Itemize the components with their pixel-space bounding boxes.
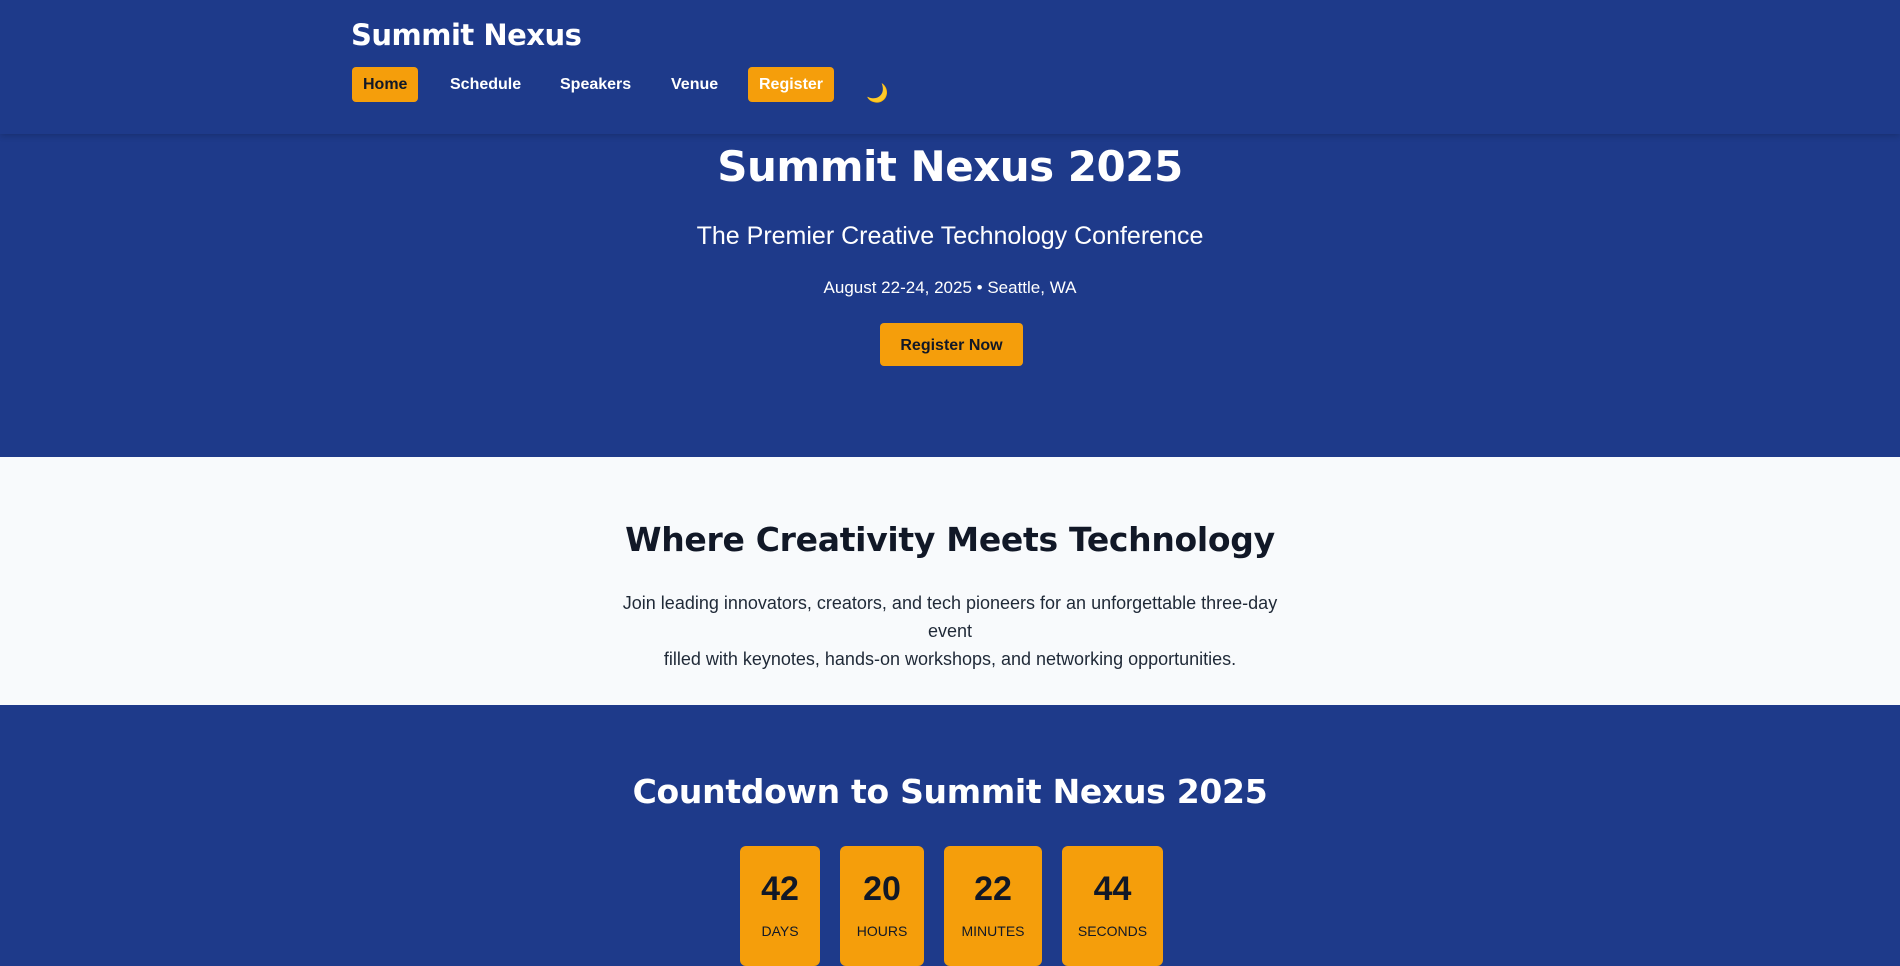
nav-home[interactable]: Home [352, 67, 419, 102]
hero-section: Summit Nexus 2025 The Premier Creative T… [0, 134, 1900, 457]
about-text: Join leading innovators, creators, and t… [600, 589, 1300, 673]
countdown-days-value: 42 [761, 870, 799, 908]
countdown-minutes-value: 22 [974, 870, 1012, 908]
countdown-section: Countdown to Summit Nexus 2025 42 DAYS 2… [0, 705, 1900, 966]
countdown-hours: 20 HOURS [840, 846, 924, 966]
countdown-seconds-value: 44 [1093, 870, 1132, 908]
nav-speakers[interactable]: Speakers [560, 67, 631, 102]
about-text-line: Join leading innovators, creators, and t… [622, 593, 1278, 641]
event-dates-location: August 22-24, 2025 • Seattle, WA [823, 278, 1077, 297]
about-section: Where Creativity Meets Technology Join l… [0, 457, 1900, 705]
about-text-line: filled with keynotes, hands-on workshops… [663, 649, 1237, 669]
site-header: Summit Nexus Home Schedule Speakers Venu… [0, 0, 1900, 134]
about-title: Where Creativity Meets Technology [625, 520, 1275, 559]
countdown-title: Countdown to Summit Nexus 2025 [632, 772, 1268, 811]
countdown-minutes-label: MINUTES [961, 923, 1025, 939]
nav-venue[interactable]: Venue [671, 67, 718, 102]
countdown-seconds: 44 SECONDS [1062, 846, 1163, 966]
countdown-minutes: 22 MINUTES [944, 846, 1042, 966]
countdown-hours-label: HOURS [856, 923, 908, 939]
countdown-days: 42 DAYS [740, 846, 820, 966]
brand-logo[interactable]: Summit Nexus [351, 18, 582, 52]
nav-schedule[interactable]: Schedule [450, 67, 521, 102]
hero-title: Summit Nexus 2025 [717, 142, 1183, 191]
countdown-seconds-label: SECONDS [1077, 923, 1148, 939]
hero-subtitle: The Premier Creative Technology Conferen… [696, 222, 1204, 250]
nav-register[interactable]: Register [748, 67, 835, 102]
countdown-days-label: DAYS [761, 923, 799, 939]
register-now-button[interactable]: Register Now [880, 323, 1023, 366]
countdown-hours-value: 20 [863, 870, 901, 908]
moon-icon[interactable]: 🌙 [866, 82, 888, 104]
